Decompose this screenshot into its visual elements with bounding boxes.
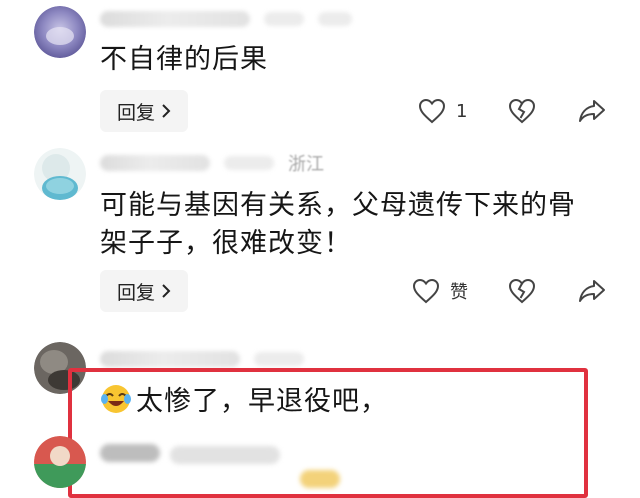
like-action[interactable]: 赞 [412,278,468,304]
like-action[interactable]: 1 [418,98,467,124]
location-text: 浙江 [288,154,324,175]
share-arrow-icon [579,280,605,302]
share-action[interactable] [578,98,606,124]
share-arrow-icon [579,100,605,122]
broken-heart-icon [508,278,536,304]
chevron-right-icon [162,284,171,298]
time-blurred [224,156,274,170]
comment-item-2: 浙江 可能与基因有关系，父母遗传下来的骨 架子子，很难改变！ 回复 赞 [0,140,640,330]
username-blurred[interactable] [100,351,240,367]
comment-item-1: 不自律的后果 回复 1 [0,0,640,140]
comment-text-line-2: 架子子，很难改变！ [100,228,352,259]
share-action[interactable] [578,278,606,304]
time-blurred [264,12,304,26]
reply-button[interactable]: 回复 [100,270,188,312]
time-blurred [254,352,304,366]
dislike-action[interactable] [508,278,536,304]
username-blurred[interactable] [100,11,250,27]
comment-text: 不自律的后果 [100,44,268,75]
comment-meta [100,348,304,370]
reply-label: 回复 [116,101,155,124]
heart-outline-icon [412,278,440,304]
reply-button[interactable]: 回复 [100,90,188,132]
meta-blurred [170,446,280,464]
like-count: 1 [456,100,468,122]
dislike-action[interactable] [508,98,536,124]
avatar[interactable] [34,436,86,488]
username-blurred[interactable] [100,155,210,171]
location-blurred [318,12,352,26]
heart-outline-icon [418,98,446,124]
avatar[interactable] [34,6,86,58]
emoji-blurred [300,470,340,488]
chevron-right-icon [162,104,171,118]
like-label: 赞 [450,282,468,303]
comment-meta: 浙江 [100,152,324,175]
comment-meta [100,8,352,30]
avatar[interactable] [34,148,86,200]
reply-label: 回复 [116,281,155,304]
broken-heart-icon [508,98,536,124]
username-blurred [100,444,160,462]
